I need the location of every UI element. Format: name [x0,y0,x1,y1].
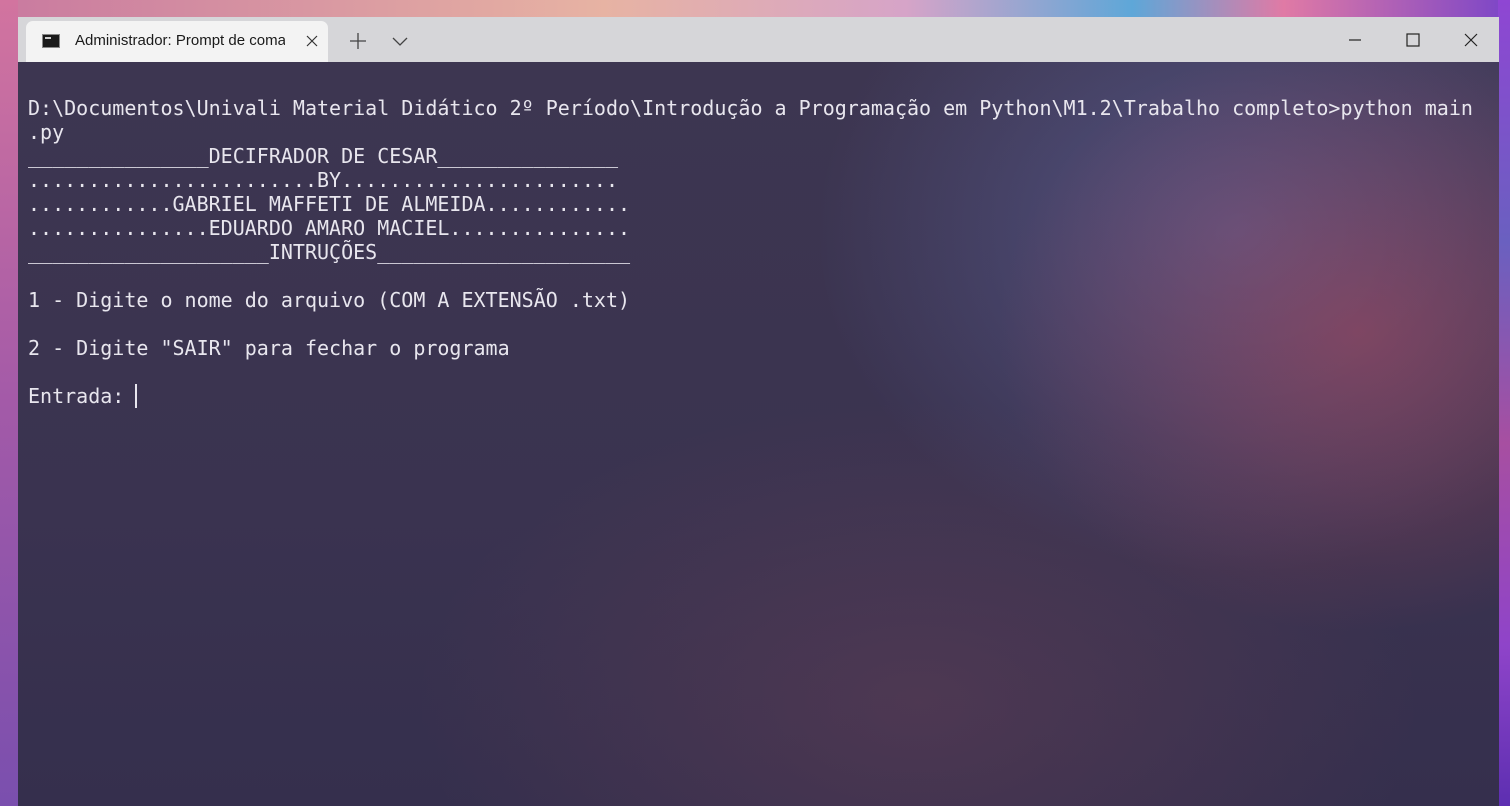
instructions-header-line: ____________________INTRUÇÕES___________… [28,240,631,264]
new-tab-button[interactable] [344,29,372,53]
path-line-wrap: .py [28,120,65,144]
header-line: _______________DECIFRADOR DE CESAR______… [28,144,619,168]
author-1-line: ............GABRIEL MAFFETI DE ALMEIDA..… [28,192,631,216]
tab-dropdown-button[interactable] [386,29,414,53]
text-cursor [135,384,137,408]
by-line: ........................BY..............… [28,168,619,192]
close-icon [1464,33,1478,46]
maximize-icon [1406,32,1420,47]
author-2-line: ...............EDUARDO AMARO MACIEL.....… [28,216,631,240]
input-prompt: Entrada: [28,384,137,408]
desktop-wallpaper-left [0,0,18,806]
desktop-wallpaper-right [1498,0,1510,806]
desktop-wallpaper-top [0,0,1510,18]
minimize-icon [1349,38,1361,41]
instruction-1-line: 1 - Digite o nome do arquivo (COM A EXTE… [28,288,631,312]
minimize-button[interactable] [1326,17,1384,62]
chevron-down-icon [392,37,408,46]
plus-icon [350,33,366,49]
tab-close-button[interactable] [300,29,324,53]
close-icon [306,35,318,47]
close-window-button[interactable] [1442,17,1499,62]
title-bar[interactable]: Administrador: Prompt de coma [18,17,1499,62]
terminal-output[interactable]: D:\Documentos\Univali Material Didático … [18,62,1499,806]
terminal-window: Administrador: Prompt de coma D:\Documen… [18,17,1499,806]
instruction-2-line: 2 - Digite "SAIR" para fechar o programa [28,336,510,360]
cmd-icon [42,34,60,48]
tab-command-prompt[interactable]: Administrador: Prompt de coma [26,21,328,62]
maximize-button[interactable] [1384,17,1442,62]
path-line: D:\Documentos\Univali Material Didático … [28,96,1473,120]
tab-title: Administrador: Prompt de coma [75,32,285,49]
